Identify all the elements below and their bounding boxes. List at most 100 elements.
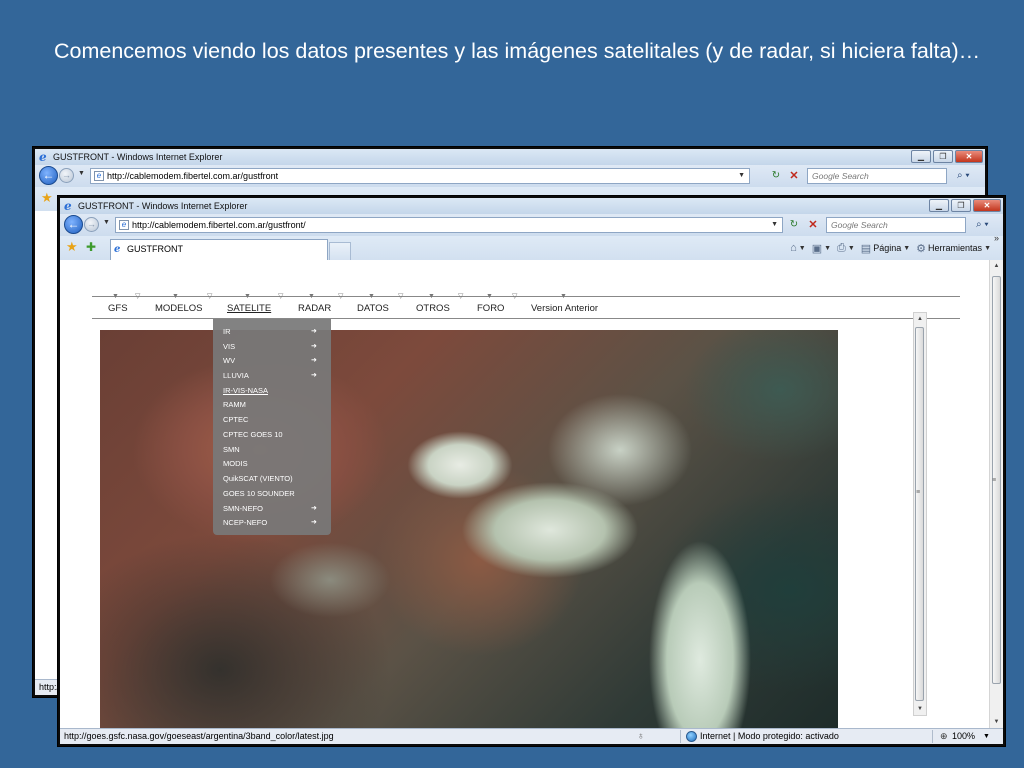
security-icon[interactable]: ♁	[637, 729, 645, 744]
scroll-up-arrow-icon[interactable]: ▲	[990, 260, 1003, 272]
print-button[interactable]: ⎙ ▼	[837, 242, 855, 255]
dropdown-item-goes-10-sounder[interactable]: GOES 10 SOUNDER	[223, 489, 295, 498]
url-text: http://cablemodem.fibertel.com.ar/gustfr…	[107, 171, 279, 181]
home-button[interactable]: ⌂ ▼	[790, 242, 806, 254]
url-field[interactable]: e http://cablemodem.fibertel.com.ar/gust…	[115, 217, 783, 233]
menu-item-radar[interactable]: RADAR	[298, 303, 331, 314]
url-dropdown-icon[interactable]: ▼	[771, 218, 778, 232]
dropdown-item-modis[interactable]: MODIS	[223, 459, 248, 468]
dropdown-item-wv[interactable]: WV	[223, 356, 235, 365]
menu-item-version-anterior[interactable]: Version Anterior	[531, 303, 598, 314]
dropdown-item-ir-vis-nasa[interactable]: IR-VIS-NASA	[223, 386, 268, 395]
search-input[interactable]: Google Search	[807, 168, 947, 184]
page-icon: ▤	[860, 242, 872, 255]
window-title: GUSTFRONT - Windows Internet Explorer	[78, 201, 248, 211]
menu-notch: ▼	[368, 293, 375, 300]
url-field[interactable]: e http://cablemodem.fibertel.com.ar/gust…	[90, 168, 750, 184]
minimize-button[interactable]: ▁	[911, 150, 931, 163]
tab-gustfront[interactable]: e GUSTFRONT	[110, 239, 328, 260]
print-icon: ⎙	[837, 241, 846, 254]
image-scroll-thumb[interactable]	[915, 327, 924, 701]
back-arrow-icon[interactable]: ←	[64, 215, 83, 234]
menu-item-modelos[interactable]: MODELOS	[155, 303, 203, 314]
scroll-down-arrow-icon[interactable]: ▼	[990, 716, 1003, 728]
dropdown-item-vis[interactable]: VIS	[223, 342, 235, 351]
satellite-image	[100, 330, 838, 728]
menu-notch: ▼	[428, 293, 435, 300]
ie-logo-icon: e	[64, 199, 72, 213]
feeds-icon: ▣	[811, 242, 823, 255]
security-zone[interactable]: Internet | Modo protegido: activado	[686, 729, 839, 744]
back-arrow-icon[interactable]: ←	[39, 166, 58, 185]
favorites-star-icon[interactable]: ★	[41, 191, 53, 205]
minimize-button[interactable]: ▁	[929, 199, 949, 212]
history-dropdown-icon[interactable]: ▼	[78, 170, 85, 177]
zoom-control[interactable]: ⊕ 100%	[940, 729, 975, 744]
menu-notch: ▽	[398, 293, 404, 300]
zoom-magnifier-icon: ⊕	[940, 731, 948, 741]
menu-item-satelite[interactable]: SATELITE	[227, 303, 271, 314]
search-icon[interactable]: ⌕ ▾	[976, 217, 989, 233]
forward-arrow-icon[interactable]: →	[84, 217, 99, 232]
tools-menu-button[interactable]: ⚙ Herramientas ▼	[916, 242, 991, 255]
menu-item-gfs[interactable]: GFS	[108, 303, 128, 314]
menu-notch: ▽	[512, 293, 518, 300]
menu-notch: ▼	[244, 293, 251, 300]
home-icon: ⌂	[790, 242, 797, 254]
submenu-arrow-icon: ➜	[311, 505, 317, 512]
dropdown-item-cptec-goes-10[interactable]: CPTEC GOES 10	[223, 430, 283, 439]
chevron-more-icon[interactable]: »	[994, 233, 999, 243]
scroll-grip-icon: ≡	[992, 477, 997, 484]
add-favorites-icon[interactable]: ✚	[86, 240, 96, 254]
image-frame-scrollbar[interactable]: ▲ ≡ ▼	[913, 312, 927, 716]
dropdown-item-ncep-nefo[interactable]: NCEP-NEFO	[223, 518, 267, 527]
dropdown-item-ramm[interactable]: RAMM	[223, 400, 246, 409]
window-controls: ▁ ❐ ✕	[911, 150, 983, 164]
status-url: http:/	[39, 682, 60, 692]
status-url: http://goes.gsfc.nasa.gov/goeseast/argen…	[64, 731, 334, 741]
refresh-icon[interactable]: ↻	[786, 218, 802, 232]
zoom-dropdown-icon[interactable]: ▼	[983, 729, 990, 744]
status-divider	[680, 730, 681, 743]
new-tab-button[interactable]	[329, 242, 351, 260]
zoom-level: 100%	[952, 731, 976, 741]
satelite-dropdown-menu: IR ➜ VIS ➜ WV ➜ LLUVIA ➜ IR-VIS-NASA RAM…	[213, 319, 331, 535]
forward-arrow-icon[interactable]: →	[59, 168, 74, 183]
image-scroll-down-icon[interactable]: ▼	[914, 703, 926, 715]
title-bar: e GUSTFRONT - Windows Internet Explorer …	[35, 149, 985, 165]
search-placeholder: Google Search	[812, 171, 869, 181]
dropdown-item-lluvia[interactable]: LLUVIA	[223, 371, 249, 380]
image-scroll-up-icon[interactable]: ▲	[914, 313, 926, 325]
title-bar: e GUSTFRONT - Windows Internet Explorer …	[60, 198, 1003, 214]
dropdown-item-smn[interactable]: SMN	[223, 445, 240, 454]
feeds-button[interactable]: ▣ ▼	[812, 242, 831, 255]
menu-item-foro[interactable]: FORO	[477, 303, 504, 314]
dropdown-item-smn-nefo[interactable]: SMN-NEFO	[223, 504, 263, 513]
menu-item-otros[interactable]: OTROS	[416, 303, 450, 314]
dropdown-item-quikscat[interactable]: QuikSCAT (VIENTO)	[223, 474, 293, 483]
refresh-icon[interactable]: ↻	[768, 169, 784, 183]
dropdown-item-ir[interactable]: IR	[223, 327, 231, 336]
url-dropdown-icon[interactable]: ▼	[738, 169, 745, 183]
close-button[interactable]: ✕	[973, 199, 1001, 212]
page-menu-button[interactable]: ▤ Página ▼	[861, 242, 910, 255]
dropdown-item-cptec[interactable]: CPTEC	[223, 415, 248, 424]
search-input[interactable]: Google Search	[826, 217, 966, 233]
status-divider	[932, 730, 933, 743]
image-scroll-track[interactable]: ▲ ≡ ▼	[914, 313, 926, 715]
stop-icon[interactable]: ✕	[805, 218, 821, 232]
page-scrollbar[interactable]: ▲ ≡ ▼	[989, 260, 1003, 728]
history-dropdown-icon[interactable]: ▼	[103, 219, 110, 226]
slide-title: Comencemos viendo los datos presentes y …	[54, 39, 981, 63]
restore-button[interactable]: ❐	[933, 150, 953, 163]
submenu-arrow-icon: ➜	[311, 343, 317, 350]
browser-window: e GUSTFRONT - Windows Internet Explorer …	[57, 195, 1006, 747]
tab-bar: ★ ✚ e GUSTFRONT » ⌂ ▼ ▣ ▼ ⎙ ▼ ▤ Página ▼ ⚙ Her…	[60, 233, 1003, 260]
close-button[interactable]: ✕	[955, 150, 983, 163]
menu-item-datos[interactable]: DATOS	[357, 303, 389, 314]
restore-button[interactable]: ❐	[951, 199, 971, 212]
search-icon[interactable]: ⌕ ▾	[957, 168, 970, 184]
menu-notch: ▼	[308, 293, 315, 300]
favorites-star-icon[interactable]: ★	[66, 240, 78, 254]
stop-icon[interactable]: ✕	[786, 169, 802, 183]
